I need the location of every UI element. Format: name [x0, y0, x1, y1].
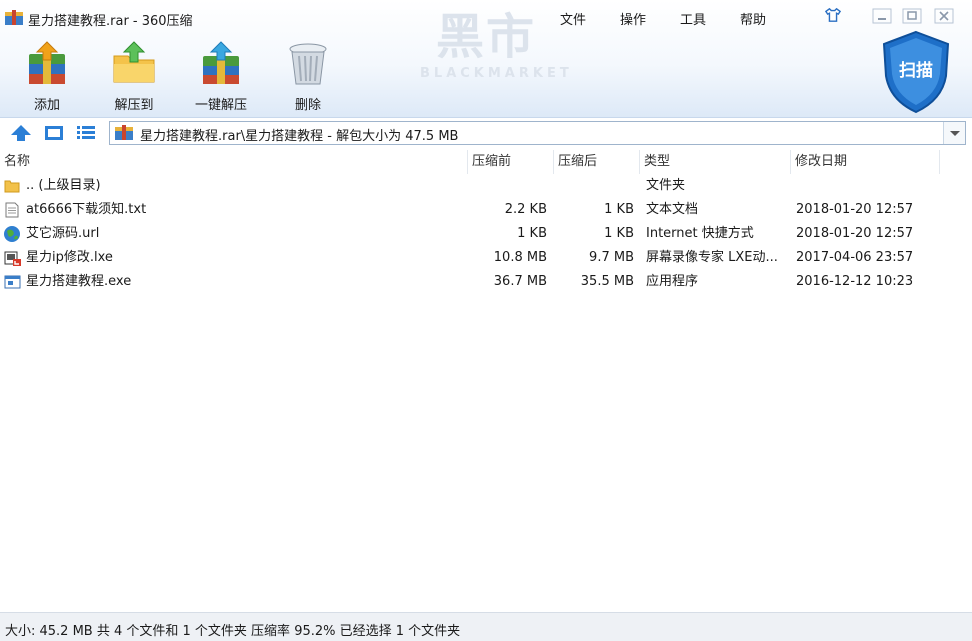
file-date: 2018-01-20 12:57	[796, 226, 914, 241]
list-view-icon[interactable]	[75, 124, 97, 142]
file-packed: 1 KB	[604, 226, 634, 241]
file-type: 文本文档	[646, 202, 699, 217]
globe-icon	[4, 226, 20, 242]
file-size	[470, 174, 547, 198]
trash-icon	[289, 43, 327, 85]
text-file-icon	[5, 202, 19, 218]
address-bar-row: 星力搭建教程.rar\星力搭建教程 - 解包大小为 47.5 MB	[0, 118, 972, 148]
file-type: 应用程序	[646, 274, 699, 289]
exe-file-icon	[4, 275, 21, 289]
folder-icon	[4, 180, 20, 193]
file-packed: 35.5 MB	[580, 274, 634, 289]
col-packed[interactable]: 压缩后	[554, 150, 640, 174]
file-name: 星力ip修改.lxe	[26, 250, 113, 265]
status-bar: 大小: 45.2 MB 共 4 个文件和 1 个文件夹 压缩率 95.2% 已经…	[0, 612, 972, 641]
title-toolbar-area: 星力搭建教程.rar - 360压缩 黑市 BLACKMARKET 文件 操作 …	[0, 0, 972, 118]
file-type: 文件夹	[646, 178, 686, 193]
list-item[interactable]: .. (上级目录) 文件夹	[0, 174, 940, 198]
watermark-logo: 黑市 BLACKMARKET	[420, 8, 573, 90]
list-item[interactable]: at6666下载须知.txt 2.2 KB 1 KB 文本文档 2018-01-…	[0, 198, 940, 222]
skin-shirt-icon[interactable]	[823, 7, 843, 23]
list-item[interactable]: 艾它源码.url 1 KB 1 KB Internet 快捷方式 2018-01…	[0, 222, 940, 246]
column-header-row: 名称 压缩前 压缩后 类型 修改日期	[0, 150, 940, 174]
file-date: 2016-12-12 10:23	[796, 274, 914, 289]
file-size: 10.8 MB	[493, 250, 547, 265]
one-click-extract-icon	[203, 41, 239, 84]
address-box[interactable]: 星力搭建教程.rar\星力搭建教程 - 解包大小为 47.5 MB	[109, 121, 966, 145]
file-size: 2.2 KB	[504, 202, 547, 217]
one-click-extract-label: 一键解压	[194, 98, 247, 113]
scan-label: 扫描	[899, 60, 933, 81]
chevron-down-icon	[950, 131, 960, 136]
add-button[interactable]: 添加	[7, 40, 87, 113]
file-name: .. (上级目录)	[26, 178, 101, 193]
up-arrow-icon[interactable]	[10, 124, 32, 142]
file-list: 名称 压缩前 压缩后 类型 修改日期 .. (上级目录) 文件夹 at6666下…	[0, 150, 972, 612]
shield-icon: 扫描	[882, 30, 950, 114]
extract-to-icon	[113, 41, 155, 83]
recording-file-icon	[4, 251, 21, 266]
file-packed: 9.7 MB	[589, 250, 634, 265]
watermark-main: 黑市	[435, 9, 536, 65]
app-icon	[5, 10, 23, 25]
file-date	[796, 174, 938, 198]
col-type[interactable]: 类型	[640, 150, 791, 174]
file-packed	[556, 174, 634, 198]
file-name: 艾它源码.url	[26, 226, 100, 241]
watermark-sub: BLACKMARKET	[420, 66, 573, 81]
list-item[interactable]: 星力搭建教程.exe 36.7 MB 35.5 MB 应用程序 2016-12-…	[0, 270, 940, 294]
menu-operate[interactable]: 操作	[620, 9, 646, 28]
address-dropdown-button[interactable]	[943, 122, 965, 144]
close-icon[interactable]	[934, 8, 954, 24]
file-type: Internet 快捷方式	[646, 226, 754, 241]
delete-button[interactable]: 删除	[268, 40, 348, 113]
menu-file[interactable]: 文件	[560, 9, 586, 28]
app-window: 星力搭建教程.rar - 360压缩 黑市 BLACKMARKET 文件 操作 …	[0, 0, 972, 641]
add-archive-icon	[29, 41, 65, 84]
col-size[interactable]: 压缩前	[468, 150, 554, 174]
address-path: 星力搭建教程.rar\星力搭建教程 - 解包大小为 47.5 MB	[140, 129, 459, 144]
delete-label: 删除	[294, 98, 321, 113]
col-name[interactable]: 名称	[0, 150, 468, 174]
col-date[interactable]: 修改日期	[791, 150, 940, 174]
file-type: 屏幕录像专家 LXE动...	[646, 250, 778, 265]
extract-to-button[interactable]: 解压到	[94, 40, 174, 113]
file-size: 36.7 MB	[493, 274, 547, 289]
window-title: 星力搭建教程.rar - 360压缩	[28, 14, 193, 29]
one-click-extract-button[interactable]: 一键解压	[181, 40, 261, 113]
file-date: 2018-01-20 12:57	[796, 202, 914, 217]
file-name: at6666下载须知.txt	[26, 202, 147, 217]
minimize-icon[interactable]	[872, 8, 892, 24]
scan-button[interactable]: 扫描	[880, 30, 952, 114]
list-item[interactable]: 星力ip修改.lxe 10.8 MB 9.7 MB 屏幕录像专家 LXE动...…	[0, 246, 940, 270]
maximize-icon[interactable]	[902, 8, 922, 24]
file-packed: 1 KB	[604, 202, 634, 217]
file-date: 2017-04-06 23:57	[796, 250, 914, 265]
add-label: 添加	[33, 98, 60, 113]
extract-to-label: 解压到	[114, 98, 154, 113]
file-size: 1 KB	[517, 226, 547, 241]
thumbnail-view-icon[interactable]	[43, 124, 65, 142]
archive-icon	[115, 125, 133, 140]
menu-help[interactable]: 帮助	[740, 9, 766, 28]
menu-tools[interactable]: 工具	[680, 9, 706, 28]
file-name: 星力搭建教程.exe	[26, 274, 132, 289]
status-text: 大小: 45.2 MB 共 4 个文件和 1 个文件夹 压缩率 95.2% 已经…	[5, 624, 461, 639]
